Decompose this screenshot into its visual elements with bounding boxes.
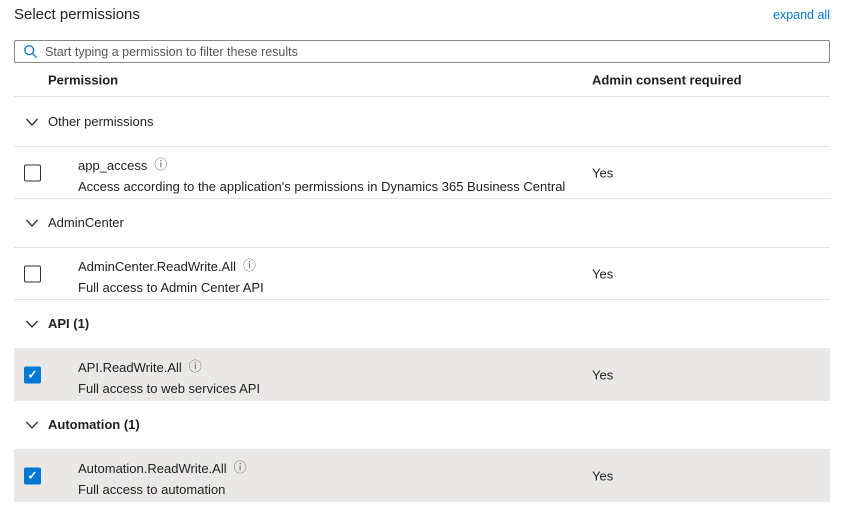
group-label: Other permissions — [48, 114, 153, 129]
group-header-api[interactable]: API (1) — [14, 299, 830, 348]
select-permissions-panel: Select permissions expand all Permission… — [0, 0, 842, 502]
chevron-down-icon[interactable] — [24, 417, 40, 433]
permission-row[interactable]: ✓ API.ReadWrite.All ⓘ Full access to web… — [14, 348, 830, 401]
chevron-down-icon[interactable] — [24, 316, 40, 332]
titlebar: Select permissions expand all — [14, 6, 830, 32]
chevron-down-icon[interactable] — [24, 114, 40, 130]
page-title: Select permissions — [14, 6, 140, 23]
permission-row[interactable]: ✓ AdminCenter.ReadWrite.All ⓘ Full acces… — [14, 247, 830, 300]
permission-row[interactable]: ✓ Automation.ReadWrite.All ⓘ Full access… — [14, 449, 830, 502]
permission-checkbox[interactable]: ✓ — [24, 467, 41, 484]
permission-checkbox[interactable]: ✓ — [24, 164, 41, 181]
info-icon[interactable]: ⓘ — [189, 361, 202, 374]
group-label: Automation (1) — [48, 417, 140, 432]
permission-checkbox[interactable]: ✓ — [24, 366, 41, 383]
column-header-permission: Permission — [48, 72, 118, 87]
group-header-automation[interactable]: Automation (1) — [14, 400, 830, 449]
admin-consent-value: Yes — [592, 165, 613, 180]
checkmark-icon: ✓ — [27, 369, 37, 381]
permission-description: Full access to Admin Center API — [78, 277, 830, 299]
info-icon[interactable]: ⓘ — [243, 260, 256, 273]
group-header-other-permissions[interactable]: Other permissions — [14, 97, 830, 146]
permission-name: Automation.ReadWrite.All — [78, 461, 227, 476]
admin-consent-value: Yes — [592, 468, 613, 483]
permission-description: Full access to web services API — [78, 378, 830, 400]
column-header-admin-consent: Admin consent required — [592, 72, 742, 87]
chevron-down-icon[interactable] — [24, 215, 40, 231]
checkmark-icon: ✓ — [27, 470, 37, 482]
info-icon[interactable]: ⓘ — [234, 462, 247, 475]
group-label: AdminCenter — [48, 215, 124, 230]
permission-name: API.ReadWrite.All — [78, 360, 182, 375]
permission-description: Full access to automation — [78, 479, 830, 501]
admin-consent-value: Yes — [592, 266, 613, 281]
permission-row[interactable]: ✓ app_access ⓘ Access according to the a… — [14, 146, 830, 199]
permission-checkbox[interactable]: ✓ — [24, 265, 41, 282]
permission-name: AdminCenter.ReadWrite.All — [78, 259, 236, 274]
table-header: Permission Admin consent required — [14, 63, 830, 97]
search-box[interactable] — [14, 40, 830, 63]
group-header-admincenter[interactable]: AdminCenter — [14, 198, 830, 247]
group-label: API (1) — [48, 316, 89, 331]
expand-all-link[interactable]: expand all — [773, 8, 830, 22]
search-input[interactable] — [45, 41, 821, 62]
permission-name: app_access — [78, 158, 147, 173]
search-icon — [23, 44, 38, 59]
info-icon[interactable]: ⓘ — [154, 159, 167, 172]
permission-description: Access according to the application's pe… — [78, 176, 830, 198]
admin-consent-value: Yes — [592, 367, 613, 382]
